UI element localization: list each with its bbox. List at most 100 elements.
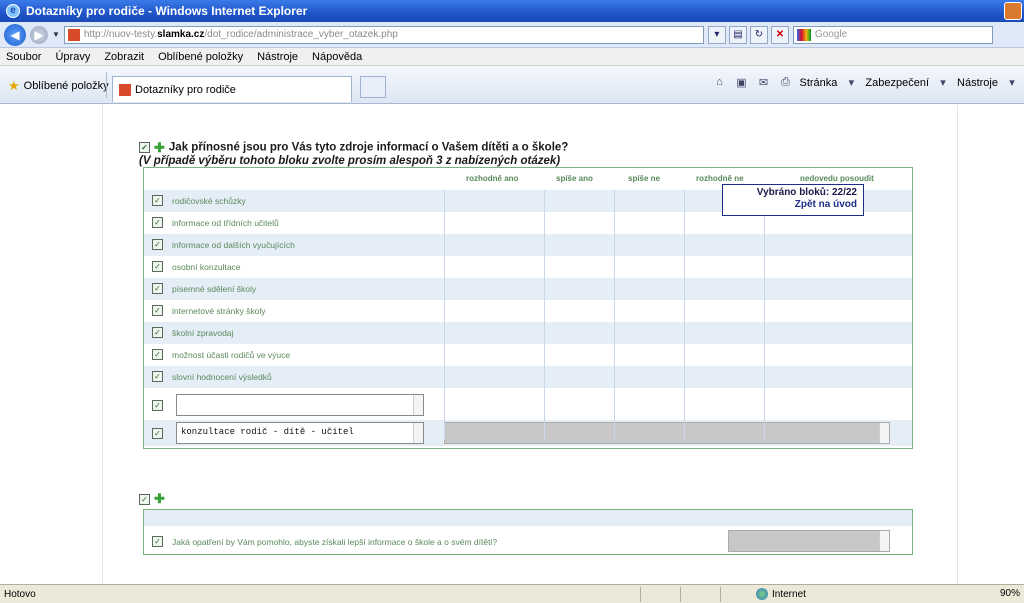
expand-plus-icon[interactable]: ✚ xyxy=(154,140,165,155)
ie-icon: e xyxy=(6,4,20,18)
status-divider xyxy=(720,587,721,602)
security-menu[interactable]: Zabezpečení xyxy=(865,77,929,89)
row-checkbox[interactable]: ✓ xyxy=(152,239,163,250)
row-label: Jaká opatření by Vám pomohlo, abyste zís… xyxy=(172,537,498,547)
status-text: Hotovo xyxy=(4,588,36,600)
row-checkbox[interactable]: ✓ xyxy=(152,217,163,228)
row-label: písemné sdělení školy xyxy=(172,284,257,294)
input-scrollbar[interactable] xyxy=(413,423,423,443)
custom-answer-input-2[interactable]: konzultace rodič - dítě - učitel xyxy=(176,422,424,444)
column-header: nedovedu posoudit xyxy=(800,174,874,183)
disabled-scrollbar xyxy=(879,423,889,443)
status-bar: Hotovo Internet 90% xyxy=(0,584,1024,603)
search-input[interactable]: Google xyxy=(792,25,993,44)
content-column: ✓ ✚ Jak přínosné jsou pro Vás tyto zdroje … xyxy=(102,105,958,584)
compatibility-icon[interactable]: ▤ xyxy=(728,25,747,44)
url-input[interactable]: http://nuov-testy. slamka.cz/dot_rodice/a… xyxy=(63,25,704,44)
new-tab-button[interactable] xyxy=(360,76,386,98)
disabled-scrollbar xyxy=(879,531,889,551)
back-to-start-link[interactable]: Zpět na úvod xyxy=(729,199,857,211)
custom-row-2: ✓ konzultace rodič - dítě - učitel xyxy=(144,420,912,446)
menu-item-favorites[interactable]: Oblíbené položky xyxy=(158,51,243,63)
row-checkbox[interactable]: ✓ xyxy=(152,195,163,206)
column-header: spíše ano xyxy=(556,174,593,183)
menu-item-file[interactable]: Soubor xyxy=(6,51,41,63)
favorites-label: Oblíbené položky xyxy=(23,80,109,92)
refresh-icon[interactable]: ↻ xyxy=(749,25,768,44)
stop-icon[interactable]: ✕ xyxy=(770,25,789,44)
row-checkbox[interactable]: ✓ xyxy=(152,400,163,411)
feeds-icon[interactable]: ▣ xyxy=(734,76,750,90)
status-divider xyxy=(680,587,681,602)
forward-button[interactable]: ▶ xyxy=(30,25,48,44)
url-domain: slamka.cz xyxy=(157,29,205,40)
row-label: rodičovské schůzky xyxy=(172,196,246,206)
row-label: informace od dalších vyučujících xyxy=(172,240,295,250)
row-checkbox[interactable]: ✓ xyxy=(152,305,163,316)
row-label: možnost účasti rodičů ve výuce xyxy=(172,350,291,360)
star-icon: ★ xyxy=(8,78,20,93)
address-bar: ◀ ▶ ▼ http://nuov-testy. slamka.cz/dot_ro… xyxy=(0,22,1024,48)
question1-header: ✓ ✚ Jak přínosné jsou pro Vás tyto zdroje … xyxy=(139,141,568,168)
tools-menu-chevron-icon: ▾ xyxy=(1009,77,1015,89)
home-icon[interactable]: ⌂ xyxy=(712,76,728,90)
question1-title: Jak přínosné jsou pro Vás tyto zdroje in… xyxy=(168,141,569,154)
grid-line xyxy=(544,190,545,440)
url-prefix: http://nuov-testy. xyxy=(83,29,158,40)
search-placeholder: Google xyxy=(814,29,848,40)
row-checkbox[interactable]: ✓ xyxy=(152,428,163,439)
favorites-button[interactable]: ★ Oblíbené položky xyxy=(8,78,109,94)
minimize-button[interactable] xyxy=(1004,2,1022,20)
menu-item-view[interactable]: Zobrazit xyxy=(104,51,144,63)
page-menu-chevron-icon: ▾ xyxy=(848,77,855,89)
row-checkbox[interactable]: ✓ xyxy=(152,261,163,272)
custom-row-1: ✓ xyxy=(144,392,912,418)
row-label: školní zpravodaj xyxy=(172,328,234,338)
command-bar: ⌂ ▣ ✉ ⎙ Stránka ▾ Zabezpečení ▾ Nástroje ▾ xyxy=(712,76,1021,90)
tab-bar: ★ Oblíbené položky Dotazníky pro rodiče … xyxy=(0,66,1024,104)
back-button[interactable]: ◀ xyxy=(4,23,26,46)
print-icon[interactable]: ⎙ xyxy=(778,76,794,90)
tab-favicon xyxy=(119,83,131,96)
row-checkbox[interactable]: ✓ xyxy=(152,327,163,338)
menu-item-help[interactable]: Nápověda xyxy=(312,51,362,63)
mail-icon[interactable]: ✉ xyxy=(756,76,772,90)
grid-line xyxy=(614,190,615,440)
table-band xyxy=(144,510,912,526)
row-label: informace od třídních učitelů xyxy=(172,218,279,228)
menu-item-tools[interactable]: Nástroje xyxy=(257,51,298,63)
row-checkbox[interactable]: ✓ xyxy=(152,371,163,382)
question1-block-checkbox[interactable]: ✓ xyxy=(139,142,150,153)
table-row: ✓ možnost účasti rodičů ve výuce xyxy=(144,344,912,366)
url-dropdown-icon[interactable]: ▾ xyxy=(707,25,726,44)
row-label: internetové stránky školy xyxy=(172,306,266,316)
window-title: Dotazníky pro rodiče - Windows Internet … xyxy=(26,4,308,18)
table-row: ✓ školní zpravodaj xyxy=(144,322,912,344)
question2-block-checkbox[interactable]: ✓ xyxy=(139,493,150,505)
input-scrollbar[interactable] xyxy=(413,395,423,415)
history-dropdown-icon[interactable]: ▼ xyxy=(52,30,60,39)
security-zone[interactable]: Internet xyxy=(756,588,806,600)
tools-menu[interactable]: Nástroje xyxy=(957,77,998,89)
custom-answer-input-1[interactable] xyxy=(176,394,424,416)
tab-label: Dotazníky pro rodiče xyxy=(135,83,236,96)
selection-summary: Vybráno bloků: 22/22 Zpět na úvod xyxy=(722,184,864,216)
column-header: spíše ne xyxy=(628,174,661,183)
column-header: rozhodně ano xyxy=(466,174,519,183)
row-checkbox[interactable]: ✓ xyxy=(152,283,163,294)
window-titlebar: e Dotazníky pro rodiče - Windows Interne… xyxy=(0,0,1024,22)
tab-active[interactable]: Dotazníky pro rodiče xyxy=(112,76,352,102)
row-checkbox[interactable]: ✓ xyxy=(152,536,163,547)
menu-bar: Soubor Úpravy Zobrazit Oblíbené položky … xyxy=(0,48,1024,66)
page-viewport: ✓ ✚ Jak přínosné jsou pro Vás tyto zdroje … xyxy=(0,105,1024,584)
page-menu[interactable]: Stránka xyxy=(800,77,838,89)
globe-icon xyxy=(756,588,768,600)
expand-plus-icon[interactable]: ✚ xyxy=(154,491,165,506)
row-checkbox[interactable]: ✓ xyxy=(152,349,163,360)
selected-blocks-count: Vybráno bloků: 22/22 xyxy=(756,187,857,198)
zoom-level[interactable]: 90% xyxy=(1000,588,1020,599)
grid-line xyxy=(444,190,445,440)
menu-item-edit[interactable]: Úpravy xyxy=(55,51,90,63)
zone-label: Internet xyxy=(772,588,806,600)
custom-answer-disabled-area xyxy=(444,422,890,444)
